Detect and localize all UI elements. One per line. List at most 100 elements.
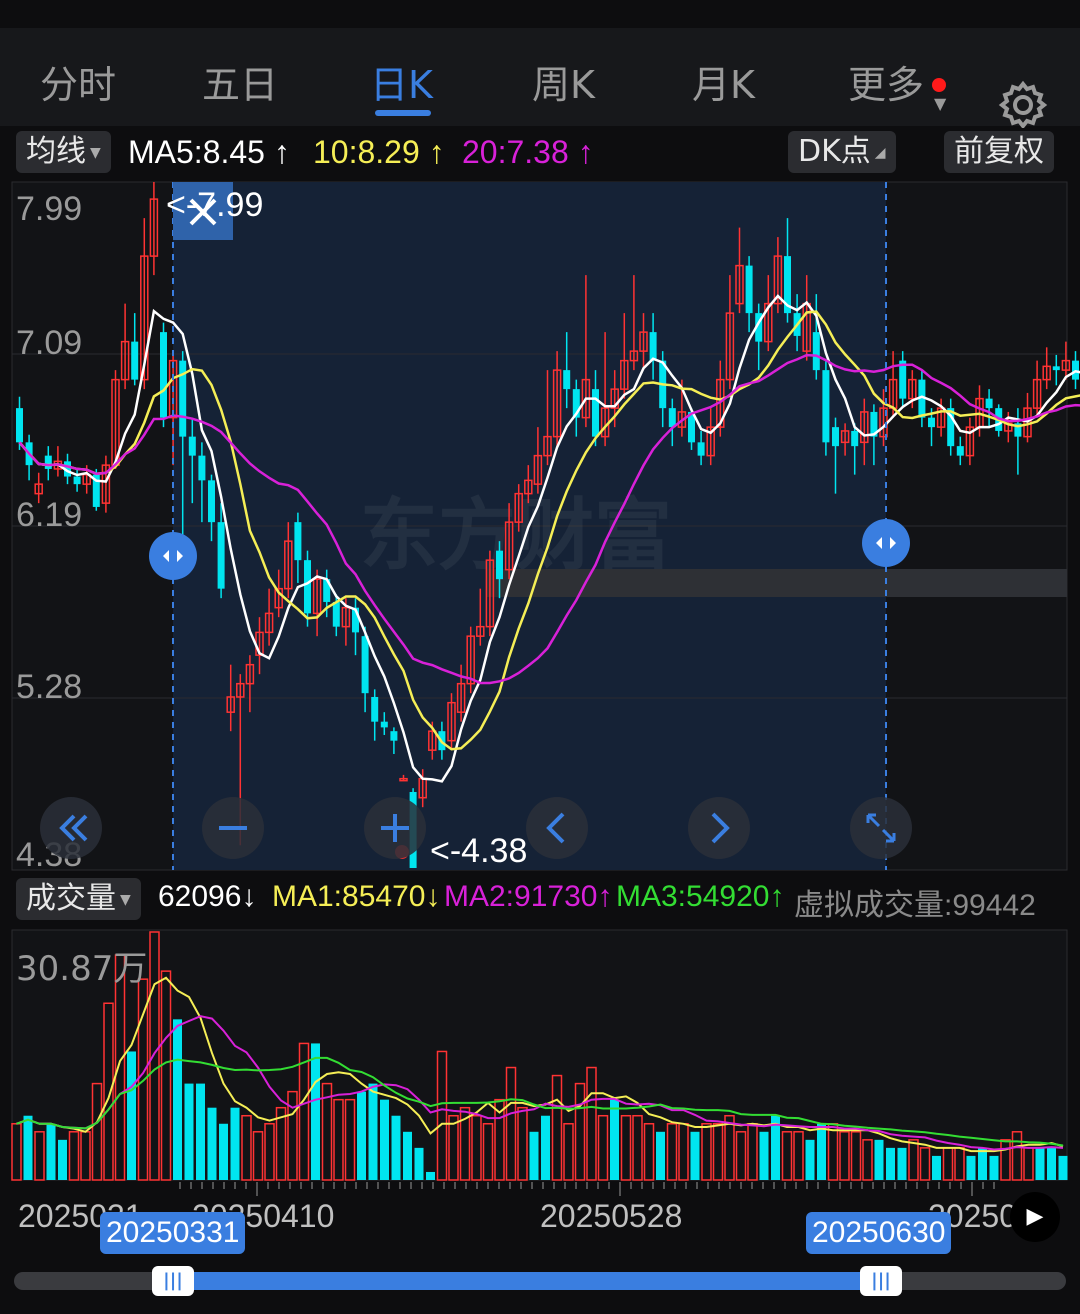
candle-body-down: [188, 436, 196, 456]
vol-ma2-value: MA2:91730↑: [444, 880, 612, 914]
vol-ma2-text: MA2:91730: [444, 880, 598, 913]
candle-body-down: [985, 398, 993, 409]
nav-button-expand[interactable]: [850, 797, 912, 859]
date-ticks: [179, 1182, 995, 1196]
volume-bar-down: [380, 1099, 389, 1180]
candle-body-down: [928, 417, 935, 428]
candle-body-down: [294, 522, 302, 561]
volume-bar-down: [426, 1171, 435, 1180]
nav-button-zoom-in[interactable]: [364, 797, 426, 859]
volume-bar-down: [311, 1043, 320, 1180]
volume-bar-down: [414, 1147, 424, 1180]
candle-body-down: [851, 430, 859, 447]
candle-body-down: [1052, 366, 1060, 371]
scrollbar-end-handle[interactable]: |||: [860, 1266, 902, 1296]
volume-bar-down: [207, 1107, 217, 1180]
vol-ma1-text: MA1:85470: [272, 880, 426, 913]
candle-body-down: [44, 455, 52, 469]
volume-bar-down: [966, 1155, 976, 1180]
candle-body-down: [73, 476, 81, 485]
date-label-3: 20250528: [540, 1198, 683, 1234]
kline-chart[interactable]: 东方财富 7.99 7.09 6.19 5.28 4.38 <-7.99 <-4…: [0, 0, 1080, 1314]
price-tick-3: 6.19: [16, 496, 82, 534]
volume-bar-down: [529, 1131, 539, 1180]
scrollbar-start-handle[interactable]: |||: [152, 1266, 194, 1296]
candle-body-down: [217, 522, 225, 589]
candle-body-down: [668, 408, 676, 428]
volume-bar-down: [759, 1131, 769, 1180]
candle-body-down: [131, 341, 139, 380]
vol-ma3-value: MA3:54920↑: [616, 880, 784, 914]
range-start-date-badge: 20250331: [100, 1212, 246, 1254]
range-end-date-badge: 20250630: [806, 1212, 952, 1254]
volume-bar-down: [357, 1091, 366, 1180]
candle-body-down: [16, 408, 23, 443]
volume-text: 62096: [158, 880, 242, 913]
volume-bar-down: [46, 1123, 56, 1180]
volume-bar-down: [989, 1155, 999, 1180]
volume-bar-down: [391, 1115, 401, 1180]
volume-bar-down: [23, 1115, 33, 1180]
vol-ma1-value: MA1:85470↓: [272, 880, 440, 914]
candle-body-down: [563, 370, 571, 390]
volume-selector-label: 成交量: [26, 881, 116, 916]
vol-ma3-text: MA3:54920: [616, 880, 770, 913]
range-start-drag-handle[interactable]: [149, 532, 197, 580]
volume-max-label: 30.87万: [16, 949, 147, 989]
nav-button-zoom-out[interactable]: [202, 797, 264, 859]
volume-bar-down: [886, 1147, 895, 1180]
volume-bar-down: [541, 1115, 550, 1180]
candle-body-down: [822, 370, 830, 443]
volume-bar-down: [1047, 1147, 1056, 1180]
candle-body-down: [592, 389, 599, 437]
candle-body-down: [697, 442, 705, 456]
volume-bar-down: [403, 1131, 412, 1180]
volume-bar-down: [978, 1147, 987, 1180]
candle-body-down: [304, 560, 311, 614]
volume-bar-down: [610, 1099, 619, 1180]
price-tick-1: 7.99: [16, 190, 82, 228]
volume-bar-down: [805, 1139, 815, 1180]
candle-body-down: [649, 332, 657, 361]
candle-body-down: [832, 427, 839, 447]
volume-bar-down: [690, 1131, 700, 1180]
volume-bar-down: [817, 1123, 826, 1180]
candle-body-down: [745, 265, 753, 314]
candle-body-down: [160, 332, 167, 418]
price-tick-4: 5.28: [16, 668, 82, 706]
play-icon: ▶: [1026, 1204, 1044, 1229]
candle-body-down: [208, 480, 215, 523]
volume-bar-down: [58, 1139, 67, 1180]
volume-bar-down: [368, 1083, 378, 1180]
high-price-annotation: <-7.99: [166, 186, 263, 224]
candle-body-down: [371, 696, 379, 722]
volume-selector-dropdown[interactable]: 成交量 ▼: [16, 878, 141, 920]
gray-price-band: [486, 569, 1067, 597]
candle-body-down: [956, 446, 964, 456]
volume-bar-down: [656, 1131, 665, 1180]
vol-ma3-arrow: ↑: [769, 880, 785, 913]
volume-bar-down: [184, 1083, 194, 1180]
volume-bar-down: [173, 1019, 182, 1180]
vol-ma1-arrow: ↓: [425, 880, 441, 913]
play-button[interactable]: ▶: [1010, 1192, 1060, 1242]
volume-bar-down: [196, 1083, 205, 1180]
candle-body-down: [380, 721, 388, 728]
volume-bar-down: [897, 1147, 907, 1180]
range-end-drag-handle[interactable]: [862, 519, 910, 567]
volume-bar-down: [127, 1051, 136, 1180]
candle-body-down: [361, 636, 369, 694]
volume-bar-down: [1058, 1155, 1068, 1180]
nav-button-double-left[interactable]: [40, 797, 102, 859]
volume-bar-down: [932, 1155, 941, 1180]
candle-body-down: [496, 550, 503, 580]
range-scrollbar-selection[interactable]: [174, 1272, 882, 1290]
volume-value: 62096↓: [158, 880, 256, 914]
candle-body-down: [198, 455, 206, 481]
volume-down-arrow: ↓: [241, 880, 257, 913]
nav-button-right[interactable]: [688, 797, 750, 859]
dropdown-caret-icon: ▼: [120, 891, 131, 908]
vol-ma2-arrow: ↑: [597, 880, 613, 913]
volume-bar-down: [230, 1107, 240, 1180]
nav-button-left[interactable]: [526, 797, 588, 859]
